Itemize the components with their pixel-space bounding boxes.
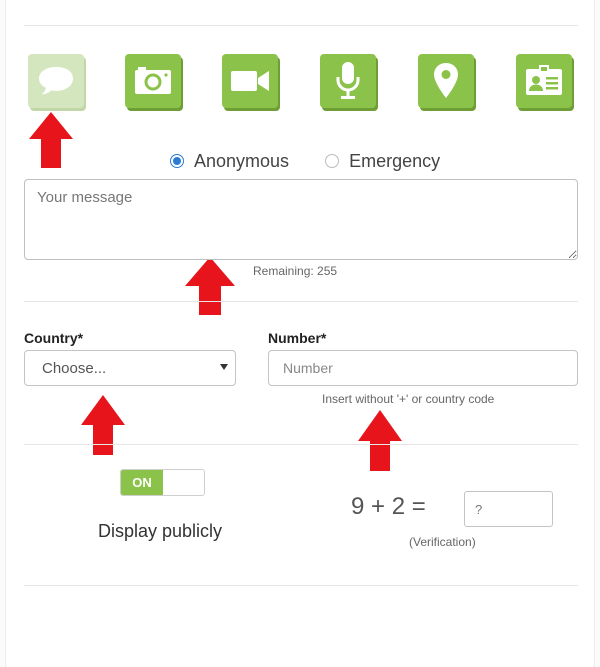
video-camera-icon (228, 66, 272, 96)
divider (24, 585, 578, 586)
text-message-button[interactable] (28, 54, 84, 108)
photo-button[interactable] (125, 54, 181, 108)
radio-label-anonymous: Anonymous (194, 150, 290, 171)
divider (24, 444, 578, 445)
divider (24, 301, 578, 302)
contact-button[interactable] (516, 54, 572, 108)
verification-caption: (Verification) (409, 535, 476, 549)
display-publicly-toggle[interactable]: ON (120, 469, 205, 496)
audio-button[interactable] (320, 54, 376, 108)
display-publicly-label: Display publicly (98, 521, 223, 541)
radio-anonymous[interactable]: Anonymous (170, 151, 289, 172)
number-label: Number* (268, 330, 327, 346)
annotation-arrow-up-icon (184, 256, 236, 316)
radio-dot-checked[interactable] (170, 154, 184, 168)
country-select-value: Choose... (42, 359, 107, 377)
remaining-characters: Remaining: 255 (253, 264, 338, 278)
toggle-on-label: ON (121, 470, 163, 495)
captcha-question: 9 + 2 = (351, 493, 426, 520)
video-button[interactable] (222, 54, 278, 108)
message-icon (36, 64, 76, 98)
camera-icon (132, 65, 174, 97)
number-hint: Insert without '+' or country code (322, 392, 495, 406)
contact-card-icon (523, 64, 565, 98)
divider (24, 25, 578, 26)
radio-label-emergency: Emergency (349, 150, 441, 171)
location-pin-icon (431, 61, 461, 101)
radio-emergency[interactable]: Emergency (325, 151, 440, 172)
caret-down-icon (220, 364, 228, 370)
annotation-arrow-up-icon (28, 111, 74, 169)
location-button[interactable] (418, 54, 474, 108)
annotation-arrow-up-icon (80, 394, 126, 456)
number-input[interactable] (268, 350, 578, 386)
country-label: Country* (24, 330, 84, 346)
microphone-icon (333, 60, 363, 102)
annotation-arrow-up-icon (357, 409, 403, 472)
report-type-radio-group: Anonymous Emergency (170, 150, 440, 172)
radio-dot-unchecked[interactable] (325, 154, 340, 168)
country-select[interactable]: Choose... (24, 350, 236, 386)
message-textarea[interactable] (24, 179, 578, 260)
verification-input[interactable] (464, 491, 553, 527)
